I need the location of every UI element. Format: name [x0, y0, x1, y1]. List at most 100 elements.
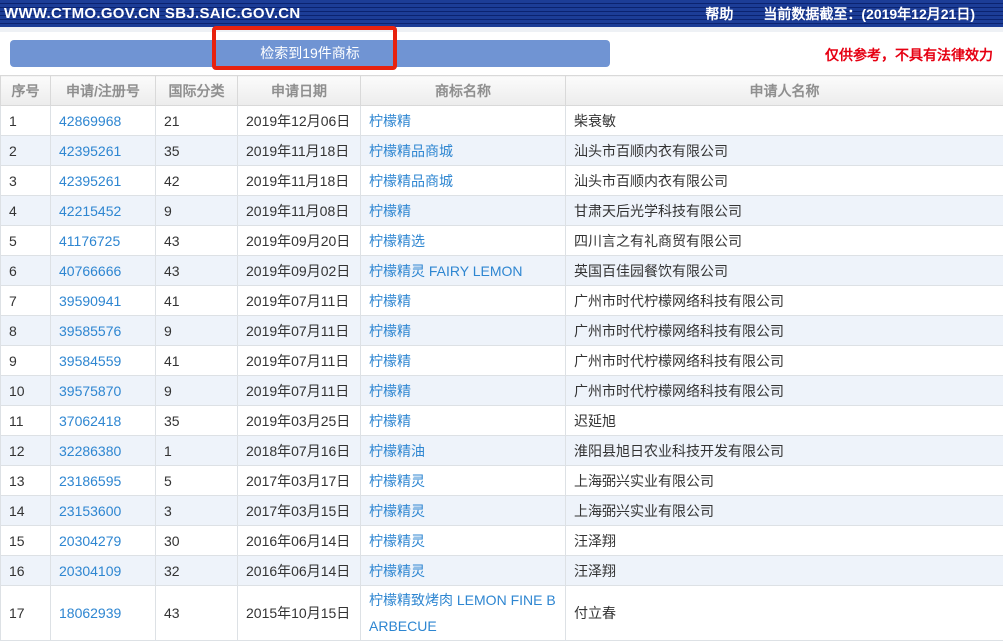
cell-index: 3 [1, 166, 51, 196]
registration-number-link[interactable]: 39585576 [59, 323, 121, 339]
cell-reg-no: 42215452 [51, 196, 156, 226]
cell-applicant-name: 淮阳县旭日农业科技开发有限公司 [566, 436, 1003, 466]
result-count-button[interactable]: 检索到19件商标 [10, 40, 610, 67]
cell-intl-class: 9 [156, 376, 238, 406]
cell-mark-name: 柠檬精油 [361, 436, 566, 466]
registration-number-link[interactable]: 39575870 [59, 383, 121, 399]
top-banner: WWW.CTMO.GOV.CN SBJ.SAIC.GOV.CN 帮助 当前数据截… [0, 0, 1003, 27]
cell-mark-name: 柠檬精灵 [361, 466, 566, 496]
cell-reg-no: 40766666 [51, 256, 156, 286]
trademark-name-link[interactable]: 柠檬精 [369, 203, 411, 219]
trademark-name-link[interactable]: 柠檬精灵 FAIRY LEMON [369, 263, 523, 279]
cell-intl-class: 35 [156, 406, 238, 436]
registration-number-link[interactable]: 42395261 [59, 143, 121, 159]
cell-intl-class: 1 [156, 436, 238, 466]
disclaimer-text: 仅供参考，不具有法律效力 [825, 45, 993, 65]
cell-reg-no: 32286380 [51, 436, 156, 466]
cell-intl-class: 9 [156, 316, 238, 346]
cell-reg-no: 42395261 [51, 136, 156, 166]
registration-number-link[interactable]: 39590941 [59, 293, 121, 309]
cell-index: 17 [1, 586, 51, 641]
cell-intl-class: 9 [156, 196, 238, 226]
cell-index: 9 [1, 346, 51, 376]
registration-number-link[interactable]: 23186595 [59, 473, 121, 489]
registration-number-link[interactable]: 42869968 [59, 113, 121, 129]
registration-number-link[interactable]: 42215452 [59, 203, 121, 219]
trademark-name-link[interactable]: 柠檬精 [369, 353, 411, 369]
cell-reg-no: 20304109 [51, 556, 156, 586]
trademark-name-link[interactable]: 柠檬精灵 [369, 503, 425, 519]
cell-applicant-name: 广州市时代柠檬网络科技有限公司 [566, 286, 1003, 316]
trademark-name-link[interactable]: 柠檬精品商城 [369, 173, 453, 189]
registration-number-link[interactable]: 32286380 [59, 443, 121, 459]
cell-index: 16 [1, 556, 51, 586]
cell-index: 12 [1, 436, 51, 466]
cell-index: 13 [1, 466, 51, 496]
cell-applicant-name: 四川言之有礼商贸有限公司 [566, 226, 1003, 256]
registration-number-link[interactable]: 37062418 [59, 413, 121, 429]
cell-mark-name: 柠檬精 [361, 286, 566, 316]
cell-index: 8 [1, 316, 51, 346]
column-header-mark-name: 商标名称 [361, 76, 566, 106]
table-row: 123228638012018年07月16日柠檬精油淮阳县旭日农业科技开发有限公… [1, 436, 1003, 466]
trademark-name-link[interactable]: 柠檬精 [369, 293, 411, 309]
toolbar: 检索到19件商标 仅供参考，不具有法律效力 [0, 32, 1003, 75]
cell-applicant-name: 汕头市百顺内衣有限公司 [566, 136, 1003, 166]
registration-number-link[interactable]: 39584559 [59, 353, 121, 369]
cell-applicant-name: 迟延旭 [566, 406, 1003, 436]
table-row: 939584559412019年07月11日柠檬精广州市时代柠檬网络科技有限公司 [1, 346, 1003, 376]
table-row: 1620304109322016年06月14日柠檬精灵汪泽翔 [1, 556, 1003, 586]
table-row: 1520304279302016年06月14日柠檬精灵汪泽翔 [1, 526, 1003, 556]
table-header-row: 序号申请/注册号国际分类申请日期商标名称申请人名称 [1, 76, 1003, 106]
cell-mark-name: 柠檬精品商城 [361, 166, 566, 196]
trademark-name-link[interactable]: 柠檬精品商城 [369, 143, 453, 159]
cell-index: 4 [1, 196, 51, 226]
registration-number-link[interactable]: 41176725 [59, 233, 120, 249]
registration-number-link[interactable]: 18062939 [59, 605, 121, 621]
cell-index: 6 [1, 256, 51, 286]
registration-number-link[interactable]: 20304109 [59, 563, 121, 579]
cell-reg-no: 39584559 [51, 346, 156, 376]
cell-intl-class: 30 [156, 526, 238, 556]
cell-applicant-name: 甘肃天后光学科技有限公司 [566, 196, 1003, 226]
cell-reg-no: 37062418 [51, 406, 156, 436]
trademark-name-link[interactable]: 柠檬精致烤肉 LEMON FINE BARBECUE [369, 592, 556, 634]
trademark-name-link[interactable]: 柠檬精油 [369, 443, 425, 459]
top-banner-right: 帮助 当前数据截至：(2019年12月21日) [705, 4, 1003, 24]
registration-number-link[interactable]: 23153600 [59, 503, 121, 519]
cell-mark-name: 柠檬精灵 [361, 496, 566, 526]
cell-intl-class: 21 [156, 106, 238, 136]
cell-mark-name: 柠檬精选 [361, 226, 566, 256]
cell-app-date: 2016年06月14日 [238, 526, 361, 556]
cell-app-date: 2019年03月25日 [238, 406, 361, 436]
cell-intl-class: 41 [156, 286, 238, 316]
cell-reg-no: 42869968 [51, 106, 156, 136]
trademark-name-link[interactable]: 柠檬精 [369, 323, 411, 339]
column-header-intl-class: 国际分类 [156, 76, 238, 106]
cell-mark-name: 柠檬精 [361, 196, 566, 226]
cell-app-date: 2017年03月15日 [238, 496, 361, 526]
cell-mark-name: 柠檬精灵 FAIRY LEMON [361, 256, 566, 286]
trademark-name-link[interactable]: 柠檬精 [369, 113, 411, 129]
registration-number-link[interactable]: 40766666 [59, 263, 121, 279]
site-title: WWW.CTMO.GOV.CN SBJ.SAIC.GOV.CN [0, 5, 301, 22]
cell-mark-name: 柠檬精 [361, 106, 566, 136]
registration-number-link[interactable]: 20304279 [59, 533, 121, 549]
trademark-name-link[interactable]: 柠檬精 [369, 413, 411, 429]
trademark-name-link[interactable]: 柠檬精灵 [369, 563, 425, 579]
trademark-name-link[interactable]: 柠檬精 [369, 383, 411, 399]
cell-app-date: 2016年06月14日 [238, 556, 361, 586]
cell-app-date: 2015年10月15日 [238, 586, 361, 641]
cell-app-date: 2019年07月11日 [238, 346, 361, 376]
cell-intl-class: 43 [156, 256, 238, 286]
trademark-name-link[interactable]: 柠檬精灵 [369, 473, 425, 489]
cell-app-date: 2019年11月18日 [238, 136, 361, 166]
help-link[interactable]: 帮助 [705, 4, 733, 24]
registration-number-link[interactable]: 42395261 [59, 173, 121, 189]
cell-reg-no: 23186595 [51, 466, 156, 496]
cell-mark-name: 柠檬精品商城 [361, 136, 566, 166]
trademark-name-link[interactable]: 柠檬精选 [369, 233, 425, 249]
cell-intl-class: 41 [156, 346, 238, 376]
trademark-name-link[interactable]: 柠檬精灵 [369, 533, 425, 549]
cell-reg-no: 39585576 [51, 316, 156, 346]
